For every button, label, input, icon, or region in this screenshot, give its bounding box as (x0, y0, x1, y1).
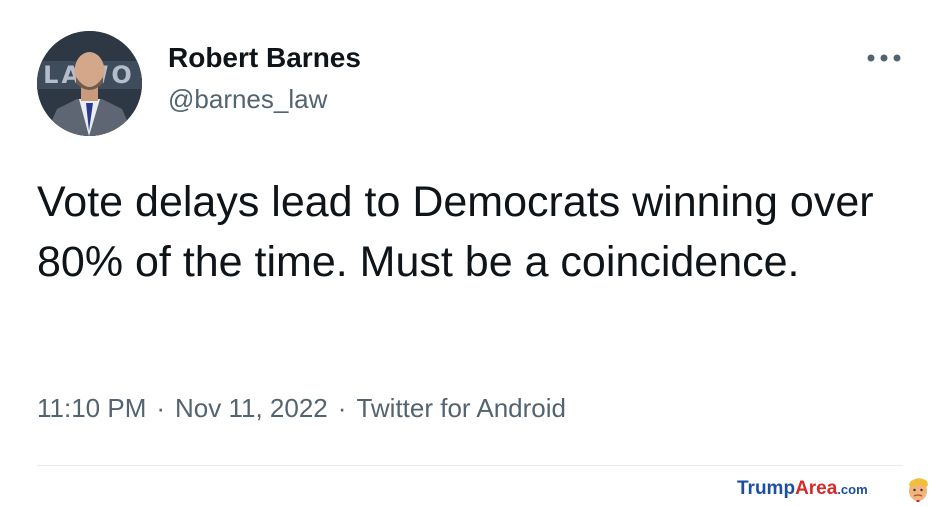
tweet-source[interactable]: Twitter for Android (356, 393, 566, 424)
divider (37, 465, 903, 466)
watermark-domain: .com (837, 482, 868, 497)
more-options-button[interactable] (862, 44, 906, 72)
tweet-metadata: 11:10 PM · Nov 11, 2022 · Twitter for Androi… (37, 393, 566, 424)
meta-separator: · (337, 393, 347, 423)
more-horizontal-icon (867, 54, 901, 62)
watermark: TrumpArea.com (737, 478, 868, 501)
author-display-name[interactable]: Robert Barnes (168, 42, 361, 74)
tweet-date[interactable]: Nov 11, 2022 (175, 393, 328, 424)
tweet-text: Vote delays lead to Democrats winning ov… (37, 178, 874, 286)
tweet-time[interactable]: 11:10 PM (37, 393, 146, 424)
author-avatar[interactable]: LAWO (37, 31, 142, 136)
watermark-area: Area (795, 478, 838, 499)
author-handle[interactable]: @barnes_law (168, 84, 327, 115)
watermark-trump: Trump (737, 478, 796, 499)
meta-separator: · (156, 393, 166, 423)
trump-face-icon (904, 474, 932, 502)
